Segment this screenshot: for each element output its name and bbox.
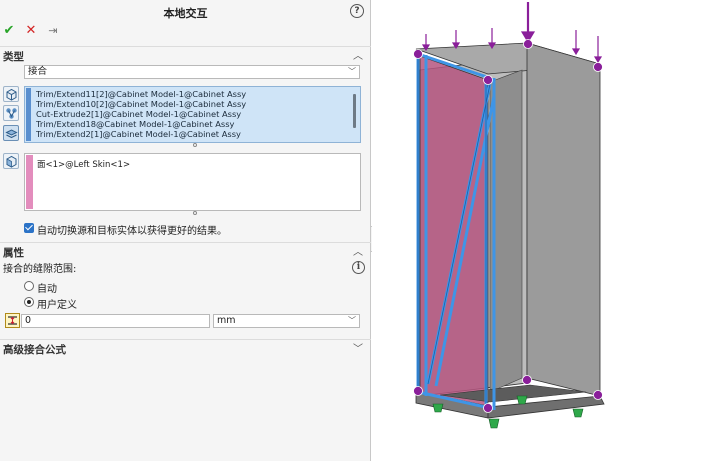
ok-check-icon[interactable]: ✔ xyxy=(2,24,16,38)
chevron-up-icon[interactable]: ︿ xyxy=(353,243,363,258)
auto-radio-label: 自动 xyxy=(37,284,57,295)
list-item[interactable]: Trim/Extend18@Cabinet Model-1@Cabinet As… xyxy=(36,119,346,129)
target-face-list[interactable]: 面<1>@Left Skin<1> xyxy=(24,153,361,211)
type-section-title: 类型 xyxy=(3,51,24,63)
panel-title-bar: 本地交互 ? xyxy=(0,0,371,22)
selection-items: Trim/Extend11[2]@Cabinet Model-1@Cabinet… xyxy=(36,89,346,139)
auto-switch-checkbox[interactable] xyxy=(24,223,34,233)
select-components-button[interactable] xyxy=(3,105,19,121)
chevron-down-icon: ﹀ xyxy=(348,67,356,76)
left-skin-face[interactable] xyxy=(419,55,489,407)
cancel-x-icon[interactable]: ✕ xyxy=(24,24,38,38)
selection-color-swatch xyxy=(26,88,31,141)
components-icon xyxy=(6,108,17,119)
list-scrollbar[interactable] xyxy=(353,94,356,128)
properties-section-header[interactable]: 属性 ︿ xyxy=(0,242,371,259)
cube-icon xyxy=(6,88,17,101)
type-section-header[interactable]: 类型 ︿ xyxy=(0,46,371,63)
property-manager-panel: 本地交互 ? ✔ ✕ ⇥ 类型 ︿ 接合 ﹀ Trim/Extend11[2]@… xyxy=(0,0,371,461)
list-item[interactable]: Trim/Extend10[2]@Cabinet Model-1@Cabinet… xyxy=(36,99,346,109)
face-icon xyxy=(6,155,17,168)
advanced-section-header[interactable]: 高级接合公式 ﹀ xyxy=(0,339,371,356)
resize-handle[interactable] xyxy=(193,143,197,147)
action-bar: ✔ ✕ ⇥ xyxy=(2,24,60,38)
select-bodies-button[interactable] xyxy=(3,86,19,102)
unit-select[interactable]: mm ﹀ xyxy=(213,314,360,328)
gap-value-input[interactable]: 0 xyxy=(21,314,210,328)
source-selection-list[interactable]: Trim/Extend11[2]@Cabinet Model-1@Cabinet… xyxy=(24,86,361,143)
chevron-down-icon[interactable]: ﹀ xyxy=(353,340,363,355)
clearance-label: 接合的缝隙范围: xyxy=(3,264,77,275)
layers-icon xyxy=(5,129,18,139)
chevron-up-icon[interactable]: ︿ xyxy=(353,47,363,62)
resize-handle[interactable] xyxy=(193,211,197,215)
graphics-viewport[interactable] xyxy=(372,0,720,461)
chevron-down-icon: ﹀ xyxy=(348,316,356,325)
info-icon[interactable]: i xyxy=(352,261,365,274)
target-face-item[interactable]: 面<1>@Left Skin<1> xyxy=(37,158,130,170)
advanced-section-title: 高级接合公式 xyxy=(3,344,66,356)
select-target-face-button[interactable] xyxy=(3,153,19,169)
unit-value: mm xyxy=(217,315,236,326)
pin-icon[interactable]: ⇥ xyxy=(46,24,60,38)
mate-type-value: 接合 xyxy=(28,66,48,77)
properties-section-title: 属性 xyxy=(3,247,24,259)
gap-dimension-icon xyxy=(5,313,20,328)
list-item[interactable]: Cut-Extrude2[1]@Cabinet Model-1@Cabinet … xyxy=(36,109,346,119)
panel-title: 本地交互 xyxy=(163,7,208,20)
cabinet-model[interactable] xyxy=(372,0,720,461)
face-color-swatch xyxy=(26,155,33,209)
auto-radio[interactable] xyxy=(24,281,34,291)
auto-switch-label: 自动切换源和目标实体以获得更好的结果。 xyxy=(37,226,227,237)
select-features-button[interactable] xyxy=(3,125,19,141)
list-item[interactable]: Trim/Extend11[2]@Cabinet Model-1@Cabinet… xyxy=(36,89,346,99)
help-icon[interactable]: ? xyxy=(350,4,364,18)
user-defined-radio[interactable] xyxy=(24,297,34,307)
user-defined-radio-label: 用户定义 xyxy=(37,300,77,311)
mate-type-select[interactable]: 接合 ﹀ xyxy=(24,65,360,79)
list-item[interactable]: Trim/Extend2[1]@Cabinet Model-1@Cabinet … xyxy=(36,129,346,139)
